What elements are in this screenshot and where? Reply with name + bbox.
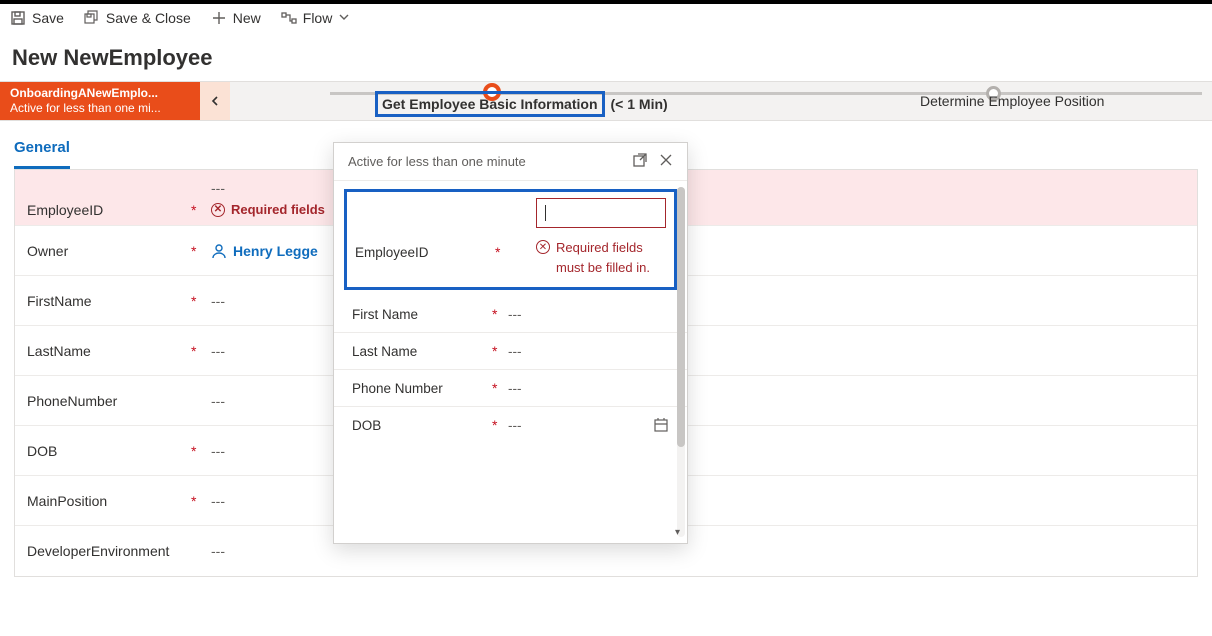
required-marker: * bbox=[492, 417, 502, 433]
error-icon: ✕ bbox=[211, 203, 225, 217]
flyout-dob-text: --- bbox=[508, 418, 522, 433]
flyout-scrollbar[interactable]: ▾ bbox=[677, 187, 685, 537]
owner-name: Henry Legge bbox=[233, 243, 318, 259]
bpf-stage1-label-group[interactable]: Get Employee Basic Information (< 1 Min) bbox=[375, 91, 668, 117]
lastname-label: LastName bbox=[27, 343, 187, 359]
new-button[interactable]: New bbox=[211, 10, 261, 26]
close-icon[interactable] bbox=[659, 153, 673, 170]
bpf-header: OnboardingANewEmplo... Active for less t… bbox=[0, 81, 1212, 121]
save-label: Save bbox=[32, 10, 64, 26]
save-icon bbox=[10, 10, 26, 26]
plus-icon bbox=[211, 10, 227, 26]
flyout-dob-row[interactable]: DOB * --- bbox=[334, 407, 687, 443]
scroll-down-icon[interactable]: ▾ bbox=[675, 527, 687, 539]
flyout-phone-value[interactable]: --- bbox=[502, 381, 669, 396]
flyout-lastname-row[interactable]: Last Name * --- bbox=[334, 333, 687, 370]
chevron-down-icon bbox=[338, 10, 350, 26]
flyout-error-text: Required fields must be filled in. bbox=[556, 238, 666, 277]
required-marker: * bbox=[191, 343, 201, 359]
scrollbar-thumb[interactable] bbox=[677, 187, 685, 447]
person-icon bbox=[211, 243, 227, 259]
dob-label: DOB bbox=[27, 443, 187, 459]
save-close-button[interactable]: Save & Close bbox=[84, 10, 191, 26]
mainposition-label: MainPosition bbox=[27, 493, 187, 509]
required-marker: * bbox=[191, 493, 201, 509]
calendar-icon[interactable] bbox=[653, 417, 669, 433]
flow-icon bbox=[281, 10, 297, 26]
phone-label: PhoneNumber bbox=[27, 393, 187, 409]
flyout-header: Active for less than one minute bbox=[334, 143, 687, 181]
flyout-required-error: ✕ Required fields must be filled in. bbox=[536, 238, 666, 277]
flyout-employeeid-highlight: EmployeeID * ✕ Required fields must be f… bbox=[344, 189, 677, 290]
flow-label: Flow bbox=[303, 10, 333, 26]
save-close-icon bbox=[84, 10, 100, 26]
bpf-process-status: Active for less than one mi... bbox=[10, 101, 190, 116]
bpf-process-name: OnboardingANewEmplo... bbox=[10, 86, 190, 101]
bpf-stage1-duration: (< 1 Min) bbox=[611, 96, 668, 112]
bpf-process-badge[interactable]: OnboardingANewEmplo... Active for less t… bbox=[0, 82, 200, 120]
bpf-collapse-button[interactable] bbox=[200, 82, 230, 120]
flyout-firstname-label: First Name bbox=[352, 307, 492, 322]
tab-general[interactable]: General bbox=[14, 133, 70, 169]
owner-value-link[interactable]: Henry Legge bbox=[211, 243, 318, 259]
popout-icon[interactable] bbox=[633, 153, 647, 170]
save-button[interactable]: Save bbox=[10, 10, 64, 26]
firstname-label: FirstName bbox=[27, 293, 187, 309]
required-marker: * bbox=[495, 244, 505, 260]
required-marker: * bbox=[191, 243, 201, 259]
required-marker: * bbox=[191, 293, 201, 309]
bpf-stage2-label[interactable]: Determine Employee Position bbox=[920, 93, 1104, 109]
flyout-lastname-label: Last Name bbox=[352, 344, 492, 359]
flyout-employeeid-label: EmployeeID bbox=[355, 245, 495, 260]
page-title: New NewEmployee bbox=[0, 33, 1212, 81]
flyout-firstname-row[interactable]: First Name * --- bbox=[334, 296, 687, 333]
bpf-stage1-label: Get Employee Basic Information bbox=[375, 91, 605, 117]
employeeid-label: EmployeeID bbox=[27, 202, 187, 218]
employeeid-error: ✕ Required fields bbox=[211, 200, 325, 219]
flow-button[interactable]: Flow bbox=[281, 10, 351, 26]
stage-flyout: Active for less than one minute ▾ Employ… bbox=[333, 142, 688, 544]
command-bar: Save Save & Close New Flow bbox=[0, 4, 1212, 33]
required-marker: * bbox=[191, 202, 201, 218]
required-marker: * bbox=[492, 343, 502, 359]
flyout-employeeid-input[interactable] bbox=[536, 198, 666, 228]
text-cursor bbox=[545, 205, 546, 221]
owner-label: Owner bbox=[27, 243, 187, 259]
required-marker: * bbox=[492, 380, 502, 396]
flyout-phone-row[interactable]: Phone Number * --- bbox=[334, 370, 687, 407]
flyout-phone-label: Phone Number bbox=[352, 381, 492, 396]
flyout-firstname-value[interactable]: --- bbox=[502, 307, 669, 322]
new-label: New bbox=[233, 10, 261, 26]
employeeid-error-text: Required fields bbox=[231, 202, 325, 217]
flyout-title: Active for less than one minute bbox=[348, 154, 526, 169]
flyout-dob-label: DOB bbox=[352, 418, 492, 433]
flyout-lastname-value[interactable]: --- bbox=[502, 344, 669, 359]
required-marker: * bbox=[191, 443, 201, 459]
devenvironment-value[interactable]: --- bbox=[201, 543, 1185, 559]
devenvironment-label: DeveloperEnvironment bbox=[27, 542, 187, 560]
flyout-dob-value[interactable]: --- bbox=[502, 417, 669, 433]
error-icon: ✕ bbox=[536, 240, 550, 254]
required-marker: * bbox=[492, 306, 502, 322]
save-close-label: Save & Close bbox=[106, 10, 191, 26]
